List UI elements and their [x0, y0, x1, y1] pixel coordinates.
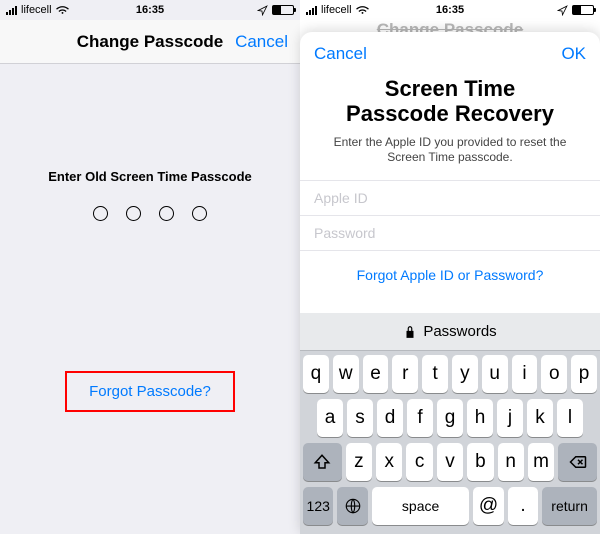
sheet-nav: Cancel OK: [300, 32, 600, 76]
shift-key[interactable]: [303, 443, 342, 481]
location-icon: [257, 5, 268, 16]
nav-title: Change Passcode: [77, 32, 223, 52]
wifi-icon: [356, 5, 369, 15]
key-k[interactable]: k: [527, 399, 553, 437]
backspace-icon: [569, 453, 587, 471]
at-key[interactable]: @: [473, 487, 503, 525]
key-z[interactable]: z: [346, 443, 372, 481]
key-x[interactable]: x: [376, 443, 402, 481]
key-y[interactable]: y: [452, 355, 478, 393]
keyboard-suggestion-bar[interactable]: Passwords: [300, 313, 600, 351]
key-c[interactable]: c: [406, 443, 432, 481]
key-d[interactable]: d: [377, 399, 403, 437]
nav-bar: Change Passcode Cancel: [0, 20, 300, 64]
carrier-label: lifecell: [21, 4, 52, 16]
status-bar: lifecell 16:35: [300, 0, 600, 20]
credential-fields: Apple ID Password: [300, 180, 600, 251]
key-q[interactable]: q: [303, 355, 329, 393]
shift-icon: [313, 453, 331, 471]
key-i[interactable]: i: [512, 355, 538, 393]
key-j[interactable]: j: [497, 399, 523, 437]
key-m[interactable]: m: [528, 443, 554, 481]
numbers-key[interactable]: 123: [303, 487, 333, 525]
passcode-dots[interactable]: [93, 206, 207, 221]
keyboard-row-bottom: 123 space @ . return: [303, 487, 597, 525]
passcode-content: Enter Old Screen Time Passcode Forgot Pa…: [0, 64, 300, 534]
keyboard: Passwords qwertyuiop asdfghjkl zxcvbnm 1…: [300, 313, 600, 534]
screen-passcode-recovery: lifecell 16:35 Change Passcode Cancel OK…: [300, 0, 600, 534]
key-f[interactable]: f: [407, 399, 433, 437]
sheet-cancel-button[interactable]: Cancel: [314, 44, 367, 64]
key-w[interactable]: w: [333, 355, 359, 393]
key-n[interactable]: n: [498, 443, 524, 481]
sheet-subtitle: Enter the Apple ID you provided to reset…: [300, 127, 600, 180]
cancel-button[interactable]: Cancel: [235, 32, 288, 52]
sheet-title: Screen Time Passcode Recovery: [300, 76, 600, 127]
space-key[interactable]: space: [372, 487, 469, 525]
key-h[interactable]: h: [467, 399, 493, 437]
battery-icon: [272, 5, 294, 15]
return-key[interactable]: return: [542, 487, 597, 525]
clock: 16:35: [436, 4, 464, 16]
key-e[interactable]: e: [363, 355, 389, 393]
location-icon: [557, 5, 568, 16]
battery-icon: [572, 5, 594, 15]
password-field[interactable]: Password: [300, 216, 600, 251]
keyboard-row-3: zxcvbnm: [303, 443, 597, 481]
keyboard-row-2: asdfghjkl: [303, 399, 597, 437]
key-u[interactable]: u: [482, 355, 508, 393]
key-b[interactable]: b: [467, 443, 493, 481]
carrier-label: lifecell: [321, 4, 352, 16]
forgot-passcode-highlight: Forgot Passcode?: [65, 371, 235, 412]
forgot-passcode-link[interactable]: Forgot Passcode?: [89, 383, 211, 400]
backspace-key[interactable]: [558, 443, 597, 481]
passcode-dot: [159, 206, 174, 221]
key-a[interactable]: a: [317, 399, 343, 437]
globe-icon: [344, 497, 362, 515]
screen-change-passcode: lifecell 16:35 Change Passcode Cancel En…: [0, 0, 300, 534]
sheet-ok-button[interactable]: OK: [561, 44, 586, 64]
key-t[interactable]: t: [422, 355, 448, 393]
passcode-prompt: Enter Old Screen Time Passcode: [48, 169, 252, 184]
clock: 16:35: [136, 4, 164, 16]
apple-id-field[interactable]: Apple ID: [300, 181, 600, 216]
key-r[interactable]: r: [392, 355, 418, 393]
key-o[interactable]: o: [541, 355, 567, 393]
key-p[interactable]: p: [571, 355, 597, 393]
keyboard-row-1: qwertyuiop: [303, 355, 597, 393]
key-s[interactable]: s: [347, 399, 373, 437]
signal-icon: [306, 5, 317, 15]
dot-key[interactable]: .: [508, 487, 538, 525]
passcode-dot: [126, 206, 141, 221]
signal-icon: [6, 5, 17, 15]
passcode-dot: [192, 206, 207, 221]
key-l[interactable]: l: [557, 399, 583, 437]
wifi-icon: [56, 5, 69, 15]
forgot-apple-id-link[interactable]: Forgot Apple ID or Password?: [300, 251, 600, 299]
passcode-dot: [93, 206, 108, 221]
status-bar: lifecell 16:35: [0, 0, 300, 20]
key-icon: [403, 325, 417, 339]
key-v[interactable]: v: [437, 443, 463, 481]
globe-key[interactable]: [337, 487, 367, 525]
key-g[interactable]: g: [437, 399, 463, 437]
recovery-sheet: Cancel OK Screen Time Passcode Recovery …: [300, 32, 600, 534]
